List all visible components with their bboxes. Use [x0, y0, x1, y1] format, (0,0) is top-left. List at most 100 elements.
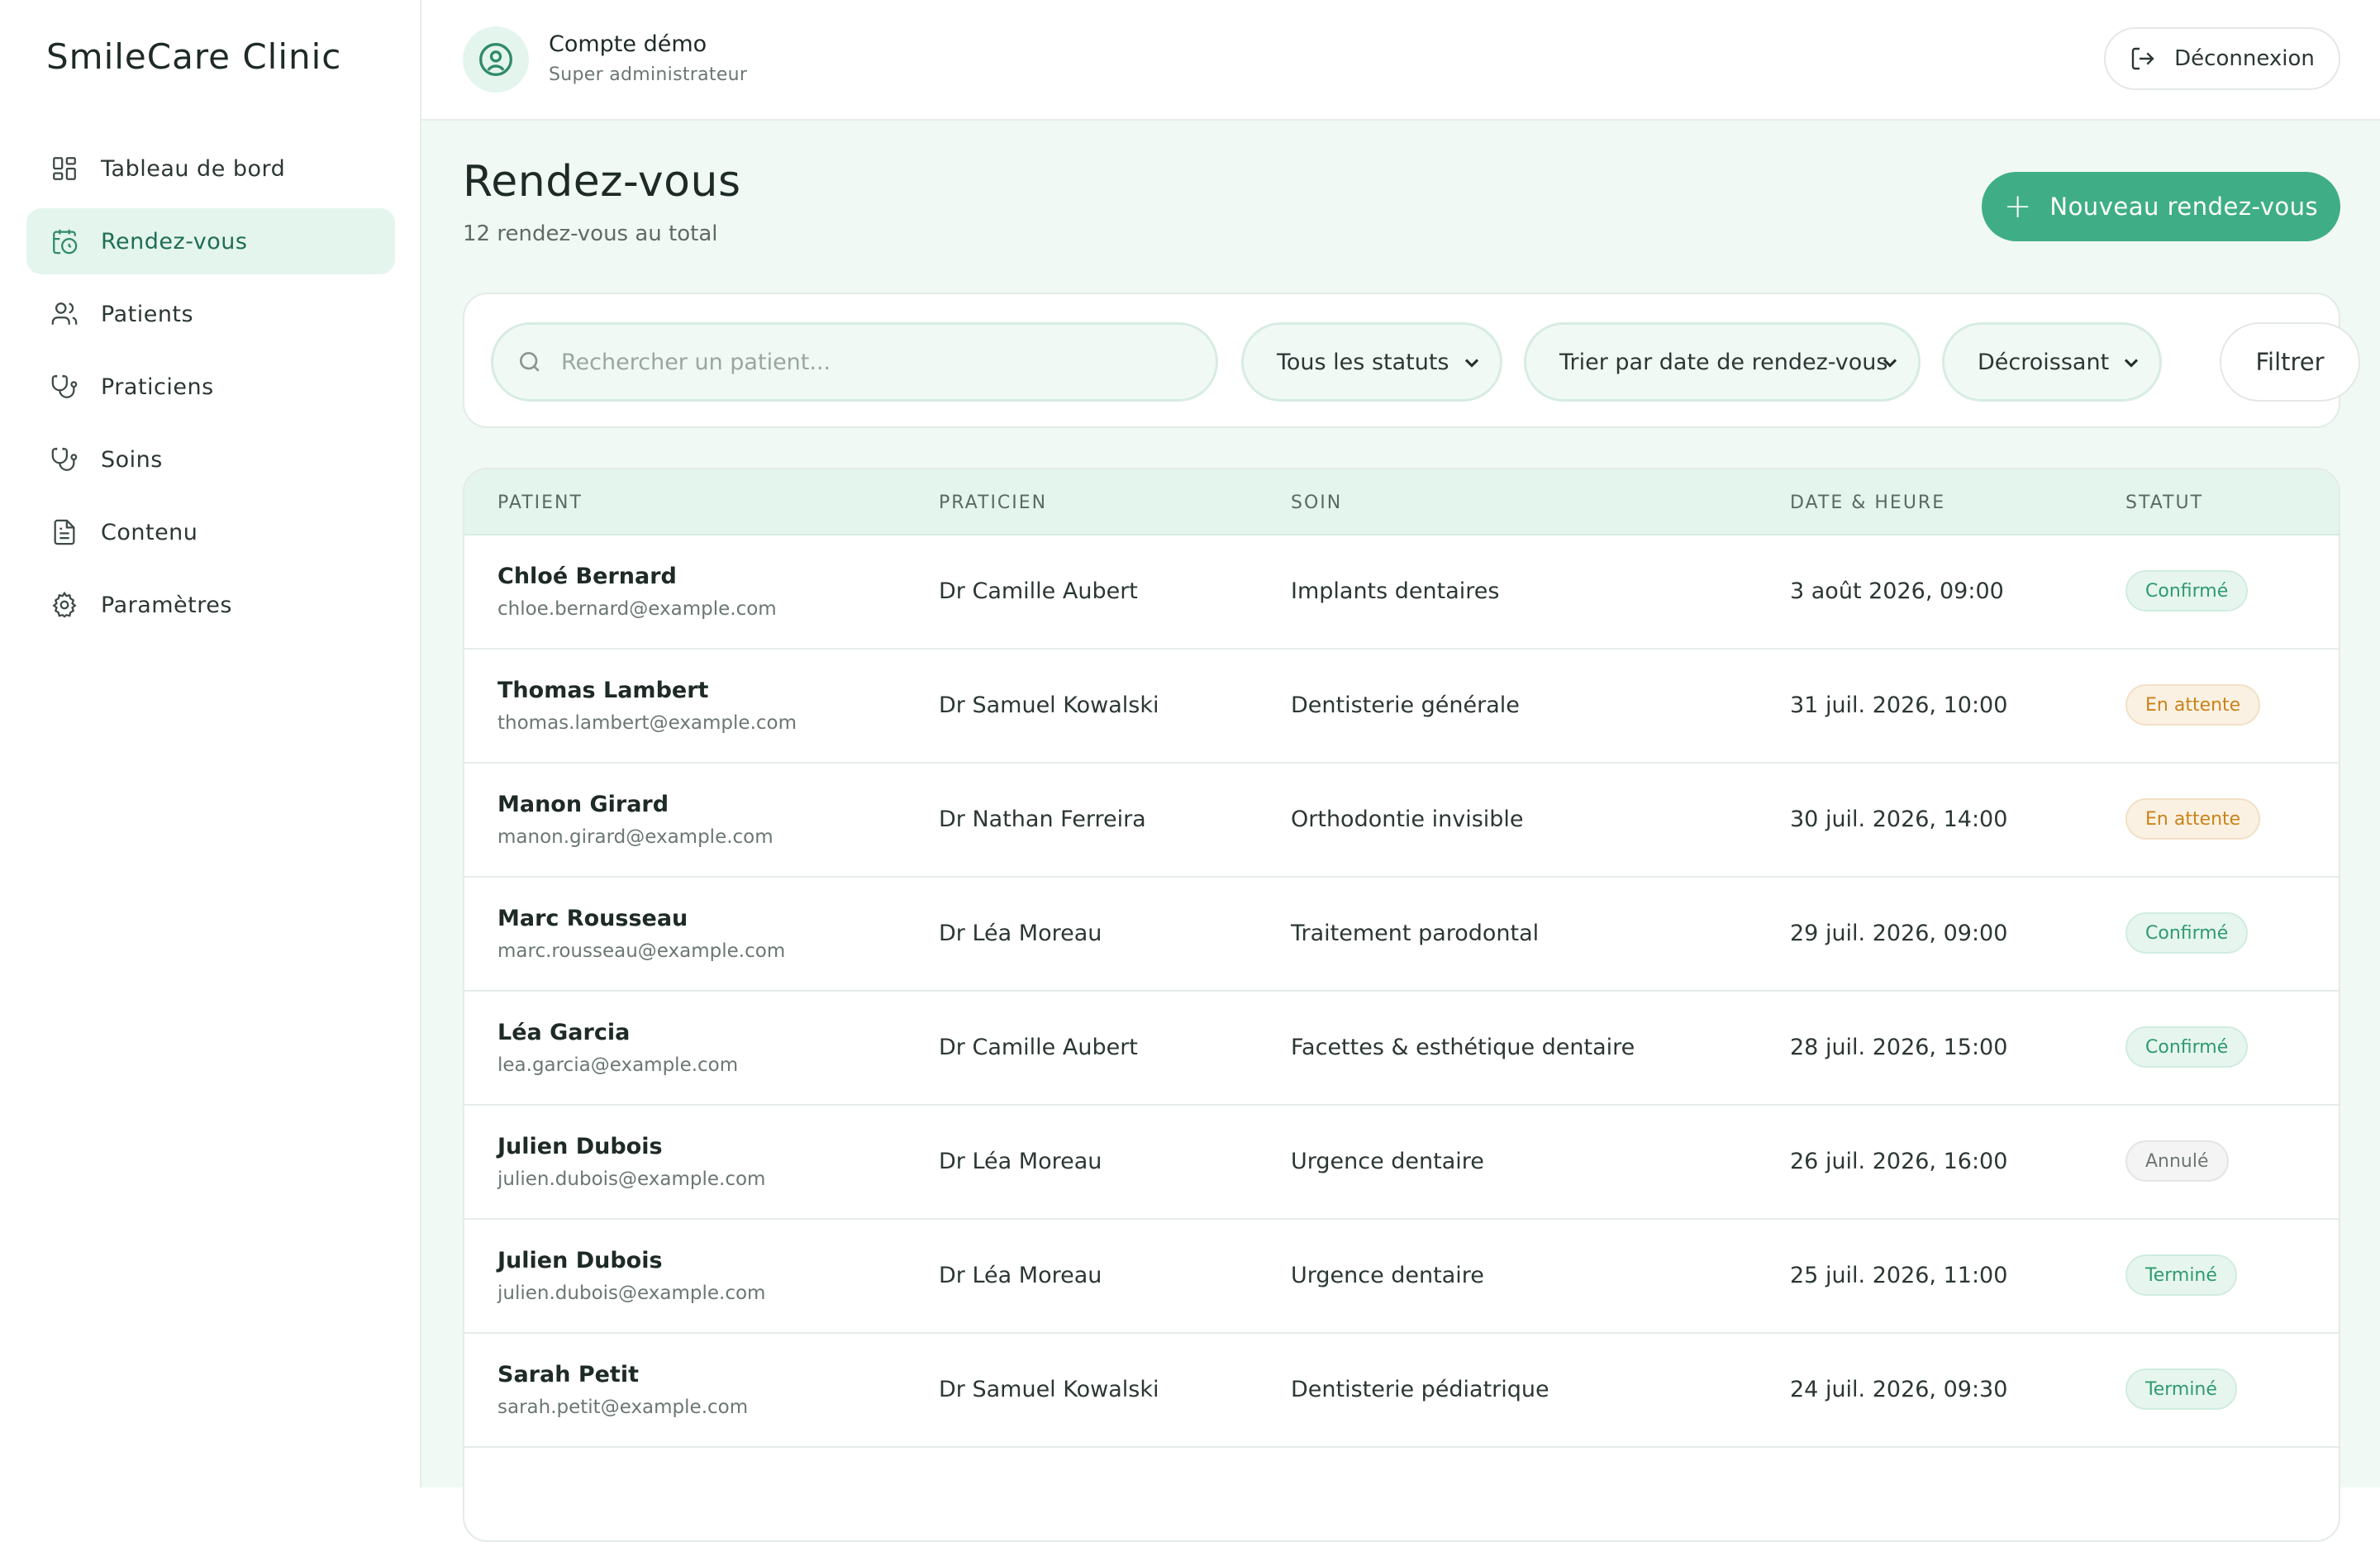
stethoscope-icon	[50, 445, 79, 474]
status-badge: Confirmé	[2125, 570, 2249, 612]
status-badge: Terminé	[2125, 1368, 2237, 1410]
sidebar: SmileCare Clinic Tableau de bord Rendez-…	[0, 0, 421, 1487]
table-row[interactable]: Manon Girard manon.girard@example.com Dr…	[464, 764, 2339, 878]
brand-logo[interactable]: SmileCare Clinic	[46, 36, 341, 77]
filter-button[interactable]: Filtrer	[2220, 322, 2360, 402]
soin-cell: Orthodontie invisible	[1291, 807, 1524, 832]
user-circle-icon	[479, 43, 512, 76]
table-row[interactable]: Thomas Lambert thomas.lambert@example.co…	[464, 650, 2339, 764]
status-badge: Confirmé	[2125, 1026, 2249, 1068]
patient-email: manon.girard@example.com	[497, 826, 774, 848]
gear-icon	[50, 590, 79, 620]
account-role: Super administrateur	[549, 64, 748, 85]
search-input[interactable]	[559, 348, 1191, 376]
users-icon	[50, 299, 79, 329]
soin-cell: Implants dentaires	[1291, 578, 1500, 604]
patient-name: Marc Rousseau	[497, 906, 688, 931]
patient-name: Léa Garcia	[497, 1020, 631, 1045]
filter-bar: Tous les statuts Trier par date de rende…	[463, 293, 2360, 428]
sidebar-item-label: Rendez-vous	[101, 228, 248, 255]
table-row[interactable]: Chloé Bernard chloe.bernard@example.com …	[464, 535, 2339, 650]
sidebar-nav: Tableau de bord Rendez-vous Patients Pra…	[26, 136, 395, 645]
document-icon	[50, 517, 79, 547]
patient-email: julien.dubois@example.com	[497, 1168, 766, 1190]
status-badge: Annulé	[2125, 1140, 2229, 1182]
column-header-date[interactable]: DATE & HEURE	[1790, 493, 1945, 513]
sidebar-item-soins[interactable]: Soins	[26, 426, 395, 493]
date-cell: 30 juil. 2026, 14:00	[1790, 807, 2008, 832]
patient-name: Thomas Lambert	[497, 678, 709, 703]
main-content: Rendez-vous 12 rendez-vous au total + No…	[421, 121, 2380, 1542]
sidebar-item-label: Paramètres	[101, 592, 232, 618]
date-cell: 3 août 2026, 09:00	[1790, 578, 2004, 604]
sidebar-item-label: Tableau de bord	[101, 155, 286, 182]
patient-name: Julien Dubois	[497, 1134, 663, 1159]
sidebar-item-label: Contenu	[101, 519, 198, 545]
praticien-cell: Dr Léa Moreau	[939, 921, 1102, 946]
logout-button[interactable]: Déconnexion	[2104, 27, 2340, 90]
top-bar: Compte démo Super administrateur Déconne…	[421, 0, 2380, 121]
dashboard-icon	[50, 154, 79, 183]
date-cell: 28 juil. 2026, 15:00	[1790, 1035, 2008, 1060]
sidebar-item-praticiens[interactable]: Praticiens	[26, 354, 395, 420]
praticien-cell: Dr Léa Moreau	[939, 1149, 1102, 1174]
status-select-value: Tous les statuts	[1277, 349, 1449, 375]
column-header-soin[interactable]: SOIN	[1291, 493, 1342, 513]
chevron-down-icon	[1883, 359, 1897, 368]
sidebar-item-patients[interactable]: Patients	[26, 281, 395, 347]
stethoscope-icon	[50, 372, 79, 402]
soin-cell: Dentisterie pédiatrique	[1291, 1377, 1549, 1402]
status-badge: Confirmé	[2125, 912, 2249, 954]
table-row[interactable]: Marc Rousseau marc.rousseau@example.com …	[464, 878, 2339, 992]
avatar[interactable]	[463, 26, 529, 93]
sidebar-item-label: Patients	[101, 301, 194, 327]
praticien-cell: Dr Samuel Kowalski	[939, 1377, 1159, 1402]
status-badge: Terminé	[2125, 1254, 2237, 1296]
table-header: PATIENT PRATICIEN SOIN DATE & HEURE STAT…	[464, 469, 2339, 535]
appointments-table: PATIENT PRATICIEN SOIN DATE & HEURE STAT…	[463, 468, 2340, 1542]
calendar-clock-icon	[50, 226, 79, 256]
patient-email: marc.rousseau@example.com	[497, 940, 786, 962]
sidebar-item-rendez-vous[interactable]: Rendez-vous	[26, 208, 395, 274]
column-header-patient[interactable]: PATIENT	[497, 493, 583, 513]
soin-cell: Traitement parodontal	[1291, 921, 1540, 946]
patient-email: sarah.petit@example.com	[497, 1397, 749, 1418]
date-cell: 29 juil. 2026, 09:00	[1790, 921, 2008, 946]
status-select[interactable]: Tous les statuts	[1241, 322, 1502, 402]
column-header-praticien[interactable]: PRATICIEN	[939, 493, 1047, 513]
soin-cell: Facettes & esthétique dentaire	[1291, 1035, 1635, 1060]
sidebar-item-parametres[interactable]: Paramètres	[26, 572, 395, 638]
sort-select-value: Trier par date de rendez-vous	[1559, 349, 1888, 375]
date-cell: 31 juil. 2026, 10:00	[1790, 692, 2008, 718]
status-badge: En attente	[2125, 684, 2261, 726]
search-field[interactable]	[491, 322, 1218, 402]
soin-cell: Dentisterie générale	[1291, 692, 1520, 718]
patient-email: lea.garcia@example.com	[497, 1054, 739, 1076]
search-icon	[520, 352, 540, 372]
chevron-down-icon	[2124, 359, 2139, 368]
logout-icon	[2131, 47, 2154, 70]
sidebar-item-label: Praticiens	[101, 374, 214, 400]
praticien-cell: Dr Camille Aubert	[939, 578, 1138, 604]
praticien-cell: Dr Samuel Kowalski	[939, 692, 1159, 718]
sort-select[interactable]: Trier par date de rendez-vous	[1524, 322, 1921, 402]
table-row[interactable]: Julien Dubois julien.dubois@example.com …	[464, 1106, 2339, 1220]
table-row[interactable]: Julien Dubois julien.dubois@example.com …	[464, 1220, 2339, 1334]
patient-email: thomas.lambert@example.com	[497, 712, 797, 734]
patient-email: julien.dubois@example.com	[497, 1283, 766, 1304]
patient-name: Sarah Petit	[497, 1362, 639, 1387]
new-appointment-button[interactable]: + Nouveau rendez-vous	[1982, 172, 2340, 241]
column-header-statut[interactable]: STATUT	[2125, 493, 2203, 513]
order-select[interactable]: Décroissant	[1942, 322, 2162, 402]
page-title: Rendez-vous	[463, 157, 741, 207]
new-appointment-label: Nouveau rendez-vous	[2049, 193, 2319, 221]
table-row[interactable]: Léa Garcia lea.garcia@example.com Dr Cam…	[464, 992, 2339, 1106]
page-subtitle: 12 rendez-vous au total	[463, 221, 718, 246]
status-badge: En attente	[2125, 798, 2261, 840]
date-cell: 25 juil. 2026, 11:00	[1790, 1263, 2008, 1288]
patient-email: chloe.bernard@example.com	[497, 598, 777, 620]
sidebar-item-contenu[interactable]: Contenu	[26, 499, 395, 565]
table-row[interactable]: Sarah Petit sarah.petit@example.com Dr S…	[464, 1334, 2339, 1448]
sidebar-item-tableau-de-bord[interactable]: Tableau de bord	[26, 136, 395, 202]
order-select-value: Décroissant	[1978, 349, 2110, 375]
